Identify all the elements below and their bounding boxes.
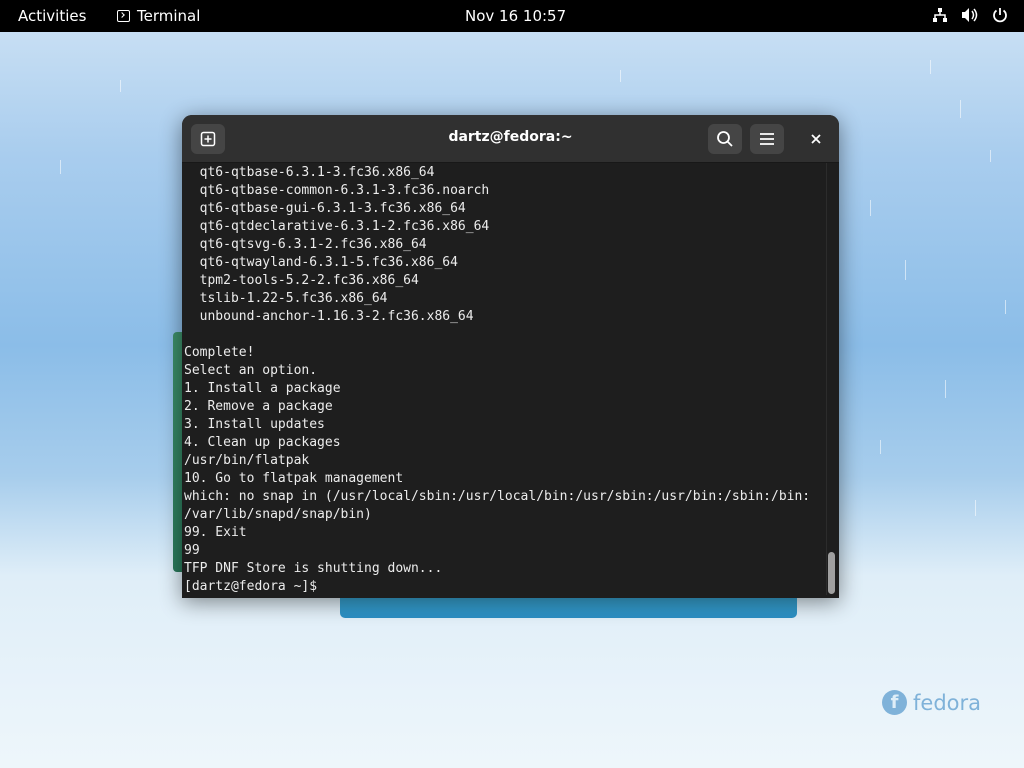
terminal-line: Select an option.	[184, 363, 318, 378]
search-icon	[717, 131, 733, 147]
clock[interactable]: Nov 16 10:57	[465, 7, 566, 25]
wallpaper-streak	[60, 160, 61, 174]
terminal-window[interactable]: dartz@fedora:~ qt6-qtbase-6.3.1-3.fc36.x…	[182, 115, 839, 598]
wallpaper-streak	[990, 150, 991, 162]
terminal-line: unbound-anchor-1.16.3-2.fc36.x86_64	[184, 309, 474, 324]
terminal-line: tpm2-tools-5.2-2.fc36.x86_64	[184, 273, 419, 288]
scrollbar-track[interactable]	[826, 163, 836, 595]
terminal-line: qt6-qtbase-6.3.1-3.fc36.x86_64	[184, 165, 435, 180]
wallpaper-streak	[960, 100, 961, 118]
wallpaper-streak	[620, 70, 621, 82]
close-icon	[811, 134, 821, 144]
terminal-line: 4. Clean up packages	[184, 435, 341, 450]
terminal-line: qt6-qtbase-common-6.3.1-3.fc36.noarch	[184, 183, 490, 198]
wallpaper-streak	[120, 80, 121, 92]
terminal-output[interactable]: qt6-qtbase-6.3.1-3.fc36.x86_64 qt6-qtbas…	[184, 164, 824, 594]
system-tray[interactable]	[932, 7, 1008, 23]
terminal-line: TFP DNF Store is shutting down...	[184, 561, 443, 576]
hamburger-menu-icon	[760, 133, 774, 145]
terminal-line: 99	[184, 543, 200, 558]
activities-button[interactable]: Activities	[18, 7, 86, 25]
scrollbar-thumb[interactable]	[828, 552, 835, 594]
terminal-line: qt6-qtsvg-6.3.1-2.fc36.x86_64	[184, 237, 427, 252]
terminal-line: qt6-qtdeclarative-6.3.1-2.fc36.x86_64	[184, 219, 490, 234]
header-bar[interactable]: dartz@fedora:~	[182, 115, 839, 163]
wallpaper-streak	[905, 260, 906, 280]
terminal-line: 3. Install updates	[184, 417, 325, 432]
volume-icon	[962, 8, 978, 22]
wallpaper-streak	[975, 500, 976, 516]
terminal-line: 2. Remove a package	[184, 399, 333, 414]
fedora-wordmark: fedora	[913, 690, 981, 715]
terminal-line: 1. Install a package	[184, 381, 341, 396]
wallpaper-streak	[945, 380, 946, 398]
terminal-line: which: no snap in (/usr/local/sbin:/usr/…	[184, 489, 811, 504]
terminal-line: /var/lib/snapd/snap/bin)	[184, 507, 372, 522]
wallpaper-streak	[870, 200, 871, 216]
terminal-line: [dartz@fedora ~]$	[184, 579, 325, 594]
app-menu-button[interactable]: Terminal	[117, 7, 200, 25]
terminal-line: qt6-qtbase-gui-6.3.1-3.fc36.x86_64	[184, 201, 466, 216]
terminal-line: /usr/bin/flatpak	[184, 453, 310, 468]
terminal-line: Complete!	[184, 345, 255, 360]
close-button[interactable]	[799, 124, 833, 154]
terminal-line: 10. Go to flatpak management	[184, 471, 404, 486]
wallpaper-streak	[1005, 300, 1006, 314]
terminal-icon	[117, 10, 130, 22]
network-icon	[933, 8, 947, 22]
wallpaper-streak	[930, 60, 931, 74]
top-bar: Activities Terminal Nov 16 10:57	[0, 0, 1024, 32]
menu-button[interactable]	[750, 124, 784, 154]
app-name-label: Terminal	[137, 7, 201, 25]
power-icon	[993, 8, 1007, 23]
fedora-watermark: f fedora	[882, 690, 981, 715]
background-window-edge[interactable]	[340, 596, 797, 618]
terminal-line: qt6-qtwayland-6.3.1-5.fc36.x86_64	[184, 255, 458, 270]
fedora-logo-icon: f	[882, 690, 907, 715]
wallpaper-streak	[880, 440, 881, 454]
search-button[interactable]	[708, 124, 742, 154]
terminal-line: 99. Exit	[184, 525, 247, 540]
terminal-line: tslib-1.22-5.fc36.x86_64	[184, 291, 388, 306]
